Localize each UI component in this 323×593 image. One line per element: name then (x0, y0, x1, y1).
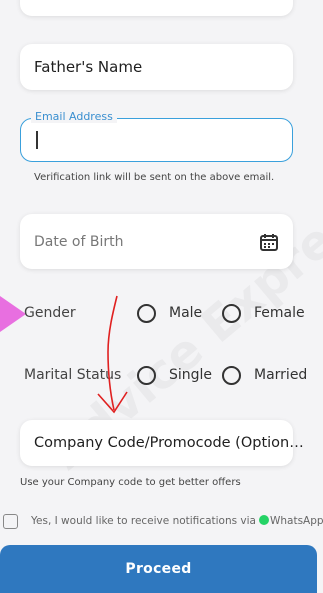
company-code-field[interactable]: Company Code/Promocode (Option… (20, 420, 304, 466)
notifications-text[interactable]: Yes, I would like to receive notificatio… (31, 515, 323, 527)
text-cursor (36, 131, 38, 149)
gender-male-radio[interactable] (137, 304, 156, 323)
whatsapp-icon (259, 515, 269, 525)
gender-label: Gender (24, 305, 76, 321)
gender-male-label[interactable]: Male (169, 305, 202, 321)
email-label: Email Address (31, 110, 117, 123)
pointer-arrow-icon (0, 296, 26, 332)
marital-married-label[interactable]: Married (254, 367, 307, 383)
date-of-birth-field[interactable]: Date of Birth (20, 214, 293, 269)
proceed-button[interactable]: Proceed (0, 545, 317, 593)
calendar-icon[interactable] (259, 232, 279, 252)
email-hint: Verification link will be sent on the ab… (34, 172, 275, 183)
marital-single-label[interactable]: Single (169, 367, 212, 383)
gender-female-label[interactable]: Female (254, 305, 305, 321)
annotation-arrow (97, 295, 128, 414)
father-name-value: Father's Name (34, 58, 143, 76)
previous-field[interactable] (20, 0, 293, 16)
father-name-field[interactable]: Father's Name (20, 44, 293, 90)
marital-married-radio[interactable] (222, 366, 241, 385)
company-code-placeholder: Company Code/Promocode (Option… (34, 435, 304, 451)
gender-female-radio[interactable] (222, 304, 241, 323)
notifications-channel: WhatsApp (270, 515, 323, 527)
company-code-hint: Use your Company code to get better offe… (20, 477, 241, 488)
email-field[interactable]: Email Address (20, 110, 293, 162)
notifications-checkbox[interactable] (3, 514, 18, 529)
notifications-label: Yes, I would like to receive notificatio… (31, 515, 256, 527)
marital-single-radio[interactable] (137, 366, 156, 385)
date-of-birth-placeholder: Date of Birth (34, 233, 124, 250)
